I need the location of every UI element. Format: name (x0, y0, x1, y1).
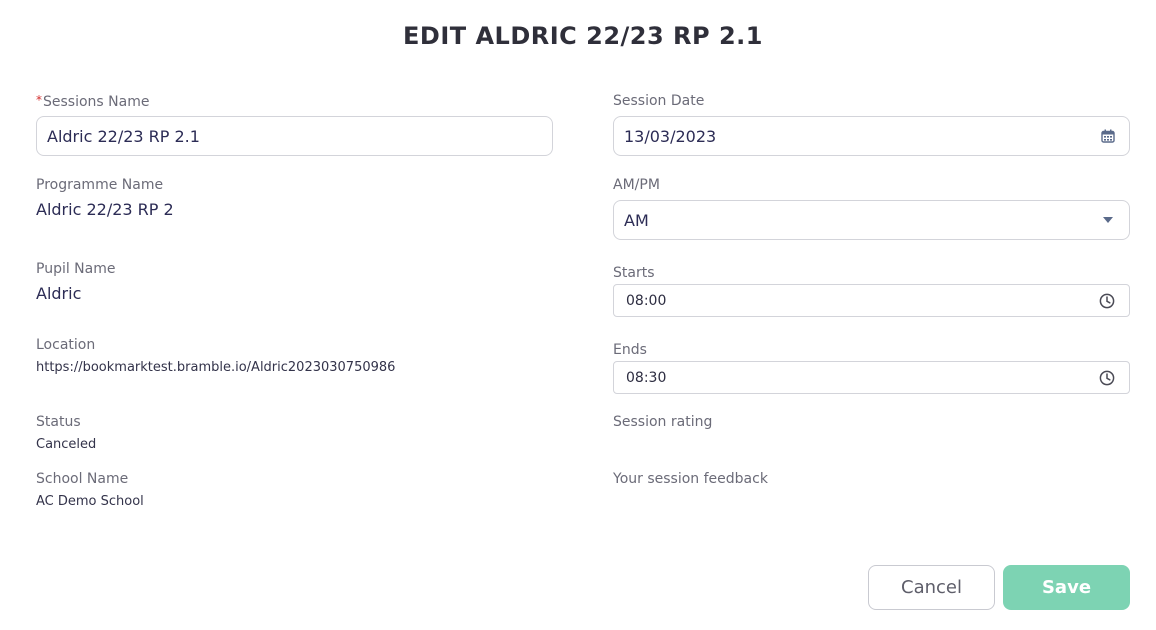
required-mark: * (36, 93, 42, 107)
session-date-label: Session Date (613, 93, 705, 109)
school-name-label: School Name (36, 471, 129, 487)
pupil-name-value: Aldric (36, 284, 82, 303)
starts-time-input[interactable]: 08:00 (613, 284, 1130, 317)
starts-label: Starts (613, 265, 655, 281)
status-label: Status (36, 414, 81, 430)
sessions-name-value: Aldric 22/23 RP 2.1 (47, 126, 200, 146)
am-pm-label: AM/PM (613, 177, 660, 193)
ends-value: 08:30 (626, 369, 667, 386)
session-feedback-label: Your session feedback (613, 471, 768, 487)
status-value: Canceled (36, 437, 97, 452)
sessions-name-label: *Sessions Name (36, 93, 150, 110)
save-button[interactable]: Save (1003, 565, 1130, 610)
am-pm-value: AM (624, 210, 649, 230)
location-label: Location (36, 337, 96, 353)
programme-name-label: Programme Name (36, 177, 164, 193)
caret-down-icon (1103, 217, 1113, 223)
clock-icon[interactable] (1099, 293, 1115, 309)
programme-name-value: Aldric 22/23 RP 2 (36, 200, 174, 219)
am-pm-select[interactable]: AM (613, 200, 1130, 240)
school-name-value: AC Demo School (36, 494, 144, 509)
sessions-name-input[interactable]: Aldric 22/23 RP 2.1 (36, 116, 553, 156)
clock-icon[interactable] (1099, 370, 1115, 386)
pupil-name-label: Pupil Name (36, 261, 116, 277)
cancel-button[interactable]: Cancel (868, 565, 995, 610)
session-rating-label: Session rating (613, 414, 713, 430)
ends-time-input[interactable]: 08:30 (613, 361, 1130, 394)
starts-value: 08:00 (626, 292, 667, 309)
location-value: https://bookmarktest.bramble.io/Aldric20… (36, 360, 396, 375)
session-date-input[interactable]: 13/03/2023 (613, 116, 1130, 156)
ends-label: Ends (613, 342, 647, 358)
calendar-icon[interactable] (1101, 129, 1115, 143)
session-date-value: 13/03/2023 (624, 126, 717, 146)
dialog-title: EDIT ALDRIC 22/23 RP 2.1 (403, 22, 763, 50)
